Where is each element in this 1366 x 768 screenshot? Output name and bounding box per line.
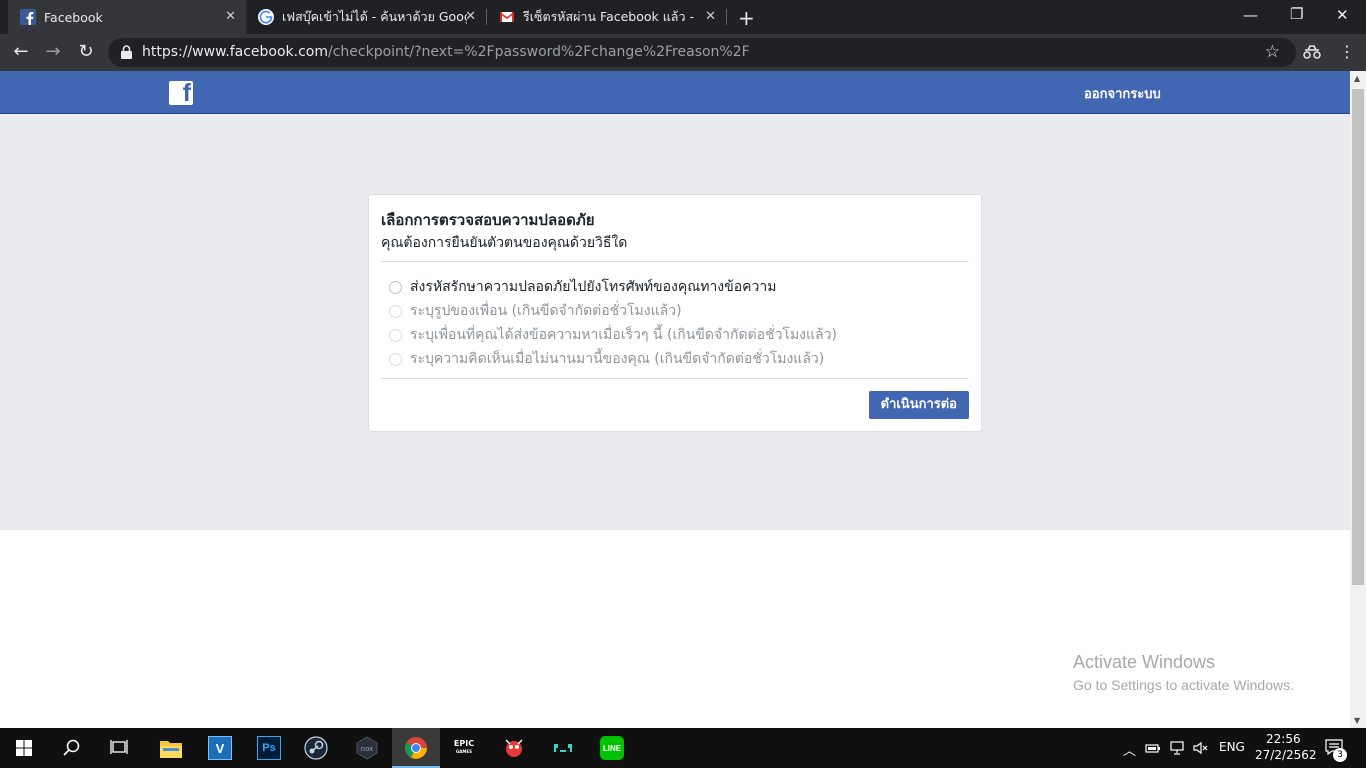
option-label: ระบุความคิดเห็นเมื่อไม่นานมานี้ของคุณ (เ… xyxy=(410,351,825,367)
gaming-app-icon[interactable] xyxy=(551,736,575,760)
divider xyxy=(381,261,969,262)
option-identify-messaged-friends: ระบุเพื่อนที่คุณได้ส่งข้อความหาเมื่อเร็ว… xyxy=(389,324,837,346)
facebook-favicon-icon xyxy=(20,9,36,25)
game-app-icon[interactable] xyxy=(502,736,526,760)
window-close-icon[interactable]: ✕ xyxy=(1336,6,1349,24)
tray-chevron-up-icon[interactable]: ︿ xyxy=(1123,740,1136,759)
tab-facebook[interactable]: Facebook ✕ xyxy=(8,0,246,34)
google-favicon-icon xyxy=(258,9,274,25)
radio-button xyxy=(389,328,402,342)
address-bar[interactable]: https://www.facebook.com/checkpoint/?nex… xyxy=(108,38,1296,67)
windows-start-icon[interactable] xyxy=(16,740,32,756)
card-subtitle: คุณต้องการยืนยันตัวตนของคุณด้วยวิธีใด xyxy=(381,235,628,251)
clock-time[interactable]: 22:56 xyxy=(1266,732,1301,746)
restore-icon[interactable]: ❐ xyxy=(1290,5,1303,23)
url-text: https://www.facebook.com/checkpoint/?nex… xyxy=(142,44,750,60)
page-viewport: f ออกจากระบบ เลือกการตรวจสอบความปลอดภัย … xyxy=(0,71,1350,728)
extension-icon[interactable] xyxy=(1303,44,1321,60)
facebook-header: f ออกจากระบบ xyxy=(0,71,1350,114)
file-explorer-icon[interactable] xyxy=(160,738,182,758)
bookmark-star-icon[interactable]: ☆ xyxy=(1265,42,1280,62)
activate-windows-title: Activate Windows xyxy=(1073,652,1216,672)
battery-icon[interactable] xyxy=(1145,742,1161,754)
security-check-card: เลือกการตรวจสอบความปลอดภัย คุณต้องการยืน… xyxy=(368,194,982,432)
url-path: /checkpoint/?next=%2Fpassword%2Fchange%2… xyxy=(328,44,750,60)
browser-toolbar: ← → ↻ https://www.facebook.com/checkpoin… xyxy=(0,34,1366,71)
radio-button xyxy=(389,304,402,318)
tab-title: Facebook xyxy=(44,9,103,25)
steam-icon[interactable] xyxy=(304,736,328,760)
vegas-icon[interactable]: V xyxy=(208,736,232,760)
option-identify-recent-comments: ระบุความคิดเห็นเมื่อไม่นานมานี้ของคุณ (เ… xyxy=(389,348,824,370)
svg-text:nox: nox xyxy=(361,745,374,753)
close-icon[interactable]: ✕ xyxy=(705,9,716,24)
epic-label: EPIC xyxy=(453,739,475,748)
lock-icon xyxy=(121,45,132,59)
option-label: ส่งรหัสรักษาความปลอดภัยไปยังโทรศัพท์ของค… xyxy=(410,279,777,295)
reload-icon[interactable]: ↻ xyxy=(75,41,97,63)
scroll-down-arrow-icon[interactable]: ▼ xyxy=(1354,716,1360,725)
radio-button xyxy=(389,352,402,366)
scroll-thumb[interactable] xyxy=(1352,89,1364,585)
tab-title: รีเซ็ตรหัสผ่าน Facebook แล้ว - chick xyxy=(523,9,698,24)
menu-icon[interactable]: ⋮ xyxy=(1336,41,1358,63)
tab-google-search[interactable]: เฟสบุ๊คเข้าไม่ได้ - ค้นหาด้วย Google ✕ xyxy=(246,0,486,34)
photoshop-icon[interactable]: Ps xyxy=(257,736,281,760)
close-icon[interactable]: ✕ xyxy=(225,9,236,24)
scroll-up-arrow-icon[interactable]: ▲ xyxy=(1354,74,1360,83)
activate-windows-subtitle: Go to Settings to activate Windows. xyxy=(1073,677,1294,693)
task-view-icon[interactable] xyxy=(110,739,128,757)
windows-taskbar: V Ps nox EPIC GAMES LINE ︿ ENG 22:56 27/2… xyxy=(0,728,1366,768)
option-label: ระบุเพื่อนที่คุณได้ส่งข้อความหาเมื่อเร็ว… xyxy=(410,327,837,343)
gmail-favicon-icon xyxy=(500,12,514,22)
facebook-logo-icon[interactable]: f xyxy=(169,79,193,107)
card-title: เลือกการตรวจสอบความปลอดภัย xyxy=(381,211,595,229)
option-identify-friend-photos: ระบุรูปของเพื่อน (เกินขีดจำกัดต่อชั่วโมง… xyxy=(389,300,682,322)
forward-arrow-icon[interactable]: → xyxy=(42,41,64,63)
volume-muted-icon[interactable] xyxy=(1192,740,1208,756)
back-arrow-icon[interactable]: ← xyxy=(10,41,32,63)
nox-player-icon[interactable]: nox xyxy=(355,736,379,760)
url-host: https://www.facebook.com xyxy=(142,44,328,60)
line-app-icon[interactable]: LINE xyxy=(600,736,624,760)
logout-link[interactable]: ออกจากระบบ xyxy=(1084,83,1161,104)
radio-button[interactable] xyxy=(389,280,402,294)
browser-tab-bar: Facebook ✕ เฟสบุ๊คเข้าไม่ได้ - ค้นหาด้วย… xyxy=(0,0,1366,34)
option-label: ระบุรูปของเพื่อน (เกินขีดจำกัดต่อชั่วโมง… xyxy=(410,303,682,319)
tab-gmail[interactable]: รีเซ็ตรหัสผ่าน Facebook แล้ว - chick ✕ xyxy=(486,0,726,34)
tab-separator xyxy=(726,9,727,25)
network-icon[interactable] xyxy=(1169,740,1185,756)
divider xyxy=(381,378,969,379)
epic-games-icon[interactable]: EPIC GAMES xyxy=(452,736,476,760)
tab-title: เฟสบุ๊คเข้าไม่ได้ - ค้นหาด้วย Google xyxy=(282,9,467,24)
new-tab-icon[interactable]: + xyxy=(738,6,755,30)
clock-date[interactable]: 27/2/2562 xyxy=(1255,748,1317,762)
chrome-icon[interactable] xyxy=(404,736,428,760)
page-scrollbar[interactable]: ▲ ▼ xyxy=(1350,71,1366,728)
continue-button[interactable]: ดำเนินการต่อ xyxy=(868,391,969,419)
close-icon[interactable]: ✕ xyxy=(465,9,476,24)
minimize-icon[interactable]: — xyxy=(1243,6,1258,24)
search-icon[interactable] xyxy=(63,739,81,757)
notification-badge: 3 xyxy=(1333,748,1347,762)
option-send-code-sms[interactable]: ส่งรหัสรักษาความปลอดภัยไปยังโทรศัพท์ของค… xyxy=(389,276,776,298)
input-language[interactable]: ENG xyxy=(1219,740,1245,754)
